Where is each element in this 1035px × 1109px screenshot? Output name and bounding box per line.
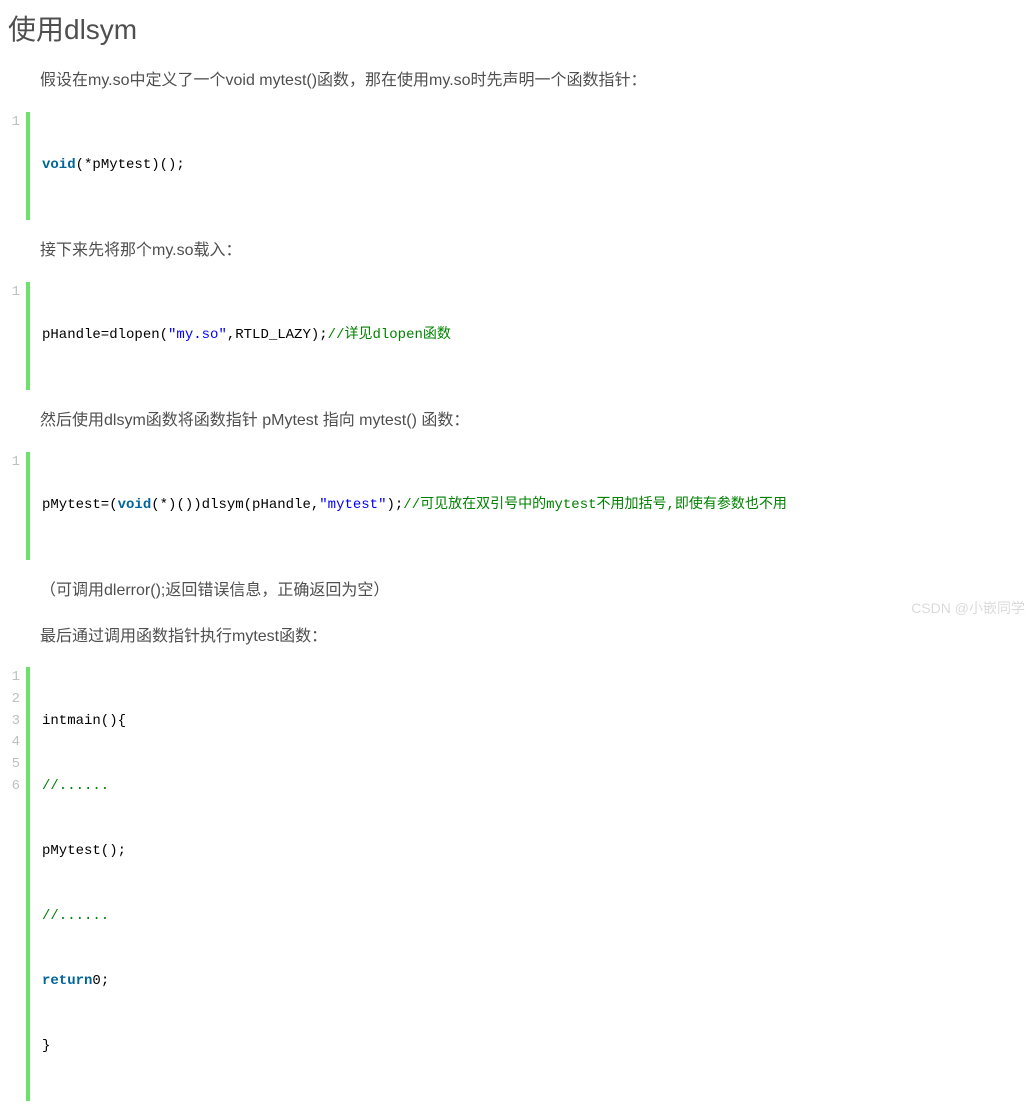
code-string: "mytest" xyxy=(319,497,386,513)
code-text: (*)())dlsym(pHandle, xyxy=(151,497,319,513)
line-number: 1 xyxy=(8,282,20,304)
line-number: 6 xyxy=(8,776,20,798)
code-text: ,RTLD_LAZY); xyxy=(227,327,328,343)
code-comment: //可见放在双引号中的mytest不用加括号,即使有参数也不用 xyxy=(403,497,787,513)
paragraph-intro: 假设在my.so中定义了一个void mytest()函数，那在使用my.so时… xyxy=(0,58,1035,104)
line-gutter: 1 xyxy=(8,452,26,560)
code-line: intmain(){ xyxy=(42,711,126,733)
code-body: pHandle=dlopen("my.so",RTLD_LAZY);//详见dl… xyxy=(26,282,451,390)
line-gutter: 1 2 3 4 5 6 xyxy=(8,667,26,1101)
line-number: 2 xyxy=(8,689,20,711)
line-number: 1 xyxy=(8,112,20,134)
line-number: 4 xyxy=(8,732,20,754)
code-keyword: void xyxy=(118,497,152,513)
section-heading: 使用dlsym xyxy=(0,0,1035,58)
code-block-1: 1 void(*pMytest)(); xyxy=(0,104,1035,228)
code-string: "my.so" xyxy=(168,327,227,343)
line-gutter: 1 xyxy=(8,112,26,220)
code-text: pMytest=( xyxy=(42,497,118,513)
code-comment: //...... xyxy=(42,906,126,928)
code-line: pMytest=(void(*)())dlsym(pHandle,"mytest… xyxy=(42,495,787,517)
code-text: (*pMytest)(); xyxy=(76,157,185,173)
paragraph-load: 接下来先将那个my.so载入： xyxy=(0,228,1035,274)
code-comment: //详见dlopen函数 xyxy=(328,327,451,343)
code-keyword: return xyxy=(42,973,92,989)
code-text: 0; xyxy=(92,973,109,989)
line-number: 3 xyxy=(8,711,20,733)
code-line: } xyxy=(42,1036,126,1058)
code-text: pHandle=dlopen( xyxy=(42,327,168,343)
code-text: ); xyxy=(386,497,403,513)
code-line: pMytest(); xyxy=(42,841,126,863)
paragraph-dlerror: （可调用dlerror();返回错误信息，正确返回为空） xyxy=(0,568,1035,614)
code-body: intmain(){ //...... pMytest(); //...... … xyxy=(26,667,126,1101)
paragraph-dlsym: 然后使用dlsym函数将函数指针 pMytest 指向 mytest() 函数： xyxy=(0,398,1035,444)
line-gutter: 1 xyxy=(8,282,26,390)
line-number: 5 xyxy=(8,754,20,776)
code-block-4: 1 2 3 4 5 6 intmain(){ //...... pMytest(… xyxy=(0,659,1035,1109)
code-keyword: void xyxy=(42,157,76,173)
line-number: 1 xyxy=(8,667,20,689)
code-line: return0; xyxy=(42,971,126,993)
line-number: 1 xyxy=(8,452,20,474)
watermark: CSDN @小嵌同学 xyxy=(911,598,1025,618)
code-comment: //...... xyxy=(42,776,126,798)
code-body: pMytest=(void(*)())dlsym(pHandle,"mytest… xyxy=(26,452,787,560)
code-block-3: 1 pMytest=(void(*)())dlsym(pHandle,"myte… xyxy=(0,444,1035,568)
paragraph-final: 最后通过调用函数指针执行mytest函数： xyxy=(0,614,1035,660)
code-body: void(*pMytest)(); xyxy=(26,112,185,220)
code-line: void(*pMytest)(); xyxy=(42,155,185,177)
code-line: pHandle=dlopen("my.so",RTLD_LAZY);//详见dl… xyxy=(42,325,451,347)
code-block-2: 1 pHandle=dlopen("my.so",RTLD_LAZY);//详见… xyxy=(0,274,1035,398)
